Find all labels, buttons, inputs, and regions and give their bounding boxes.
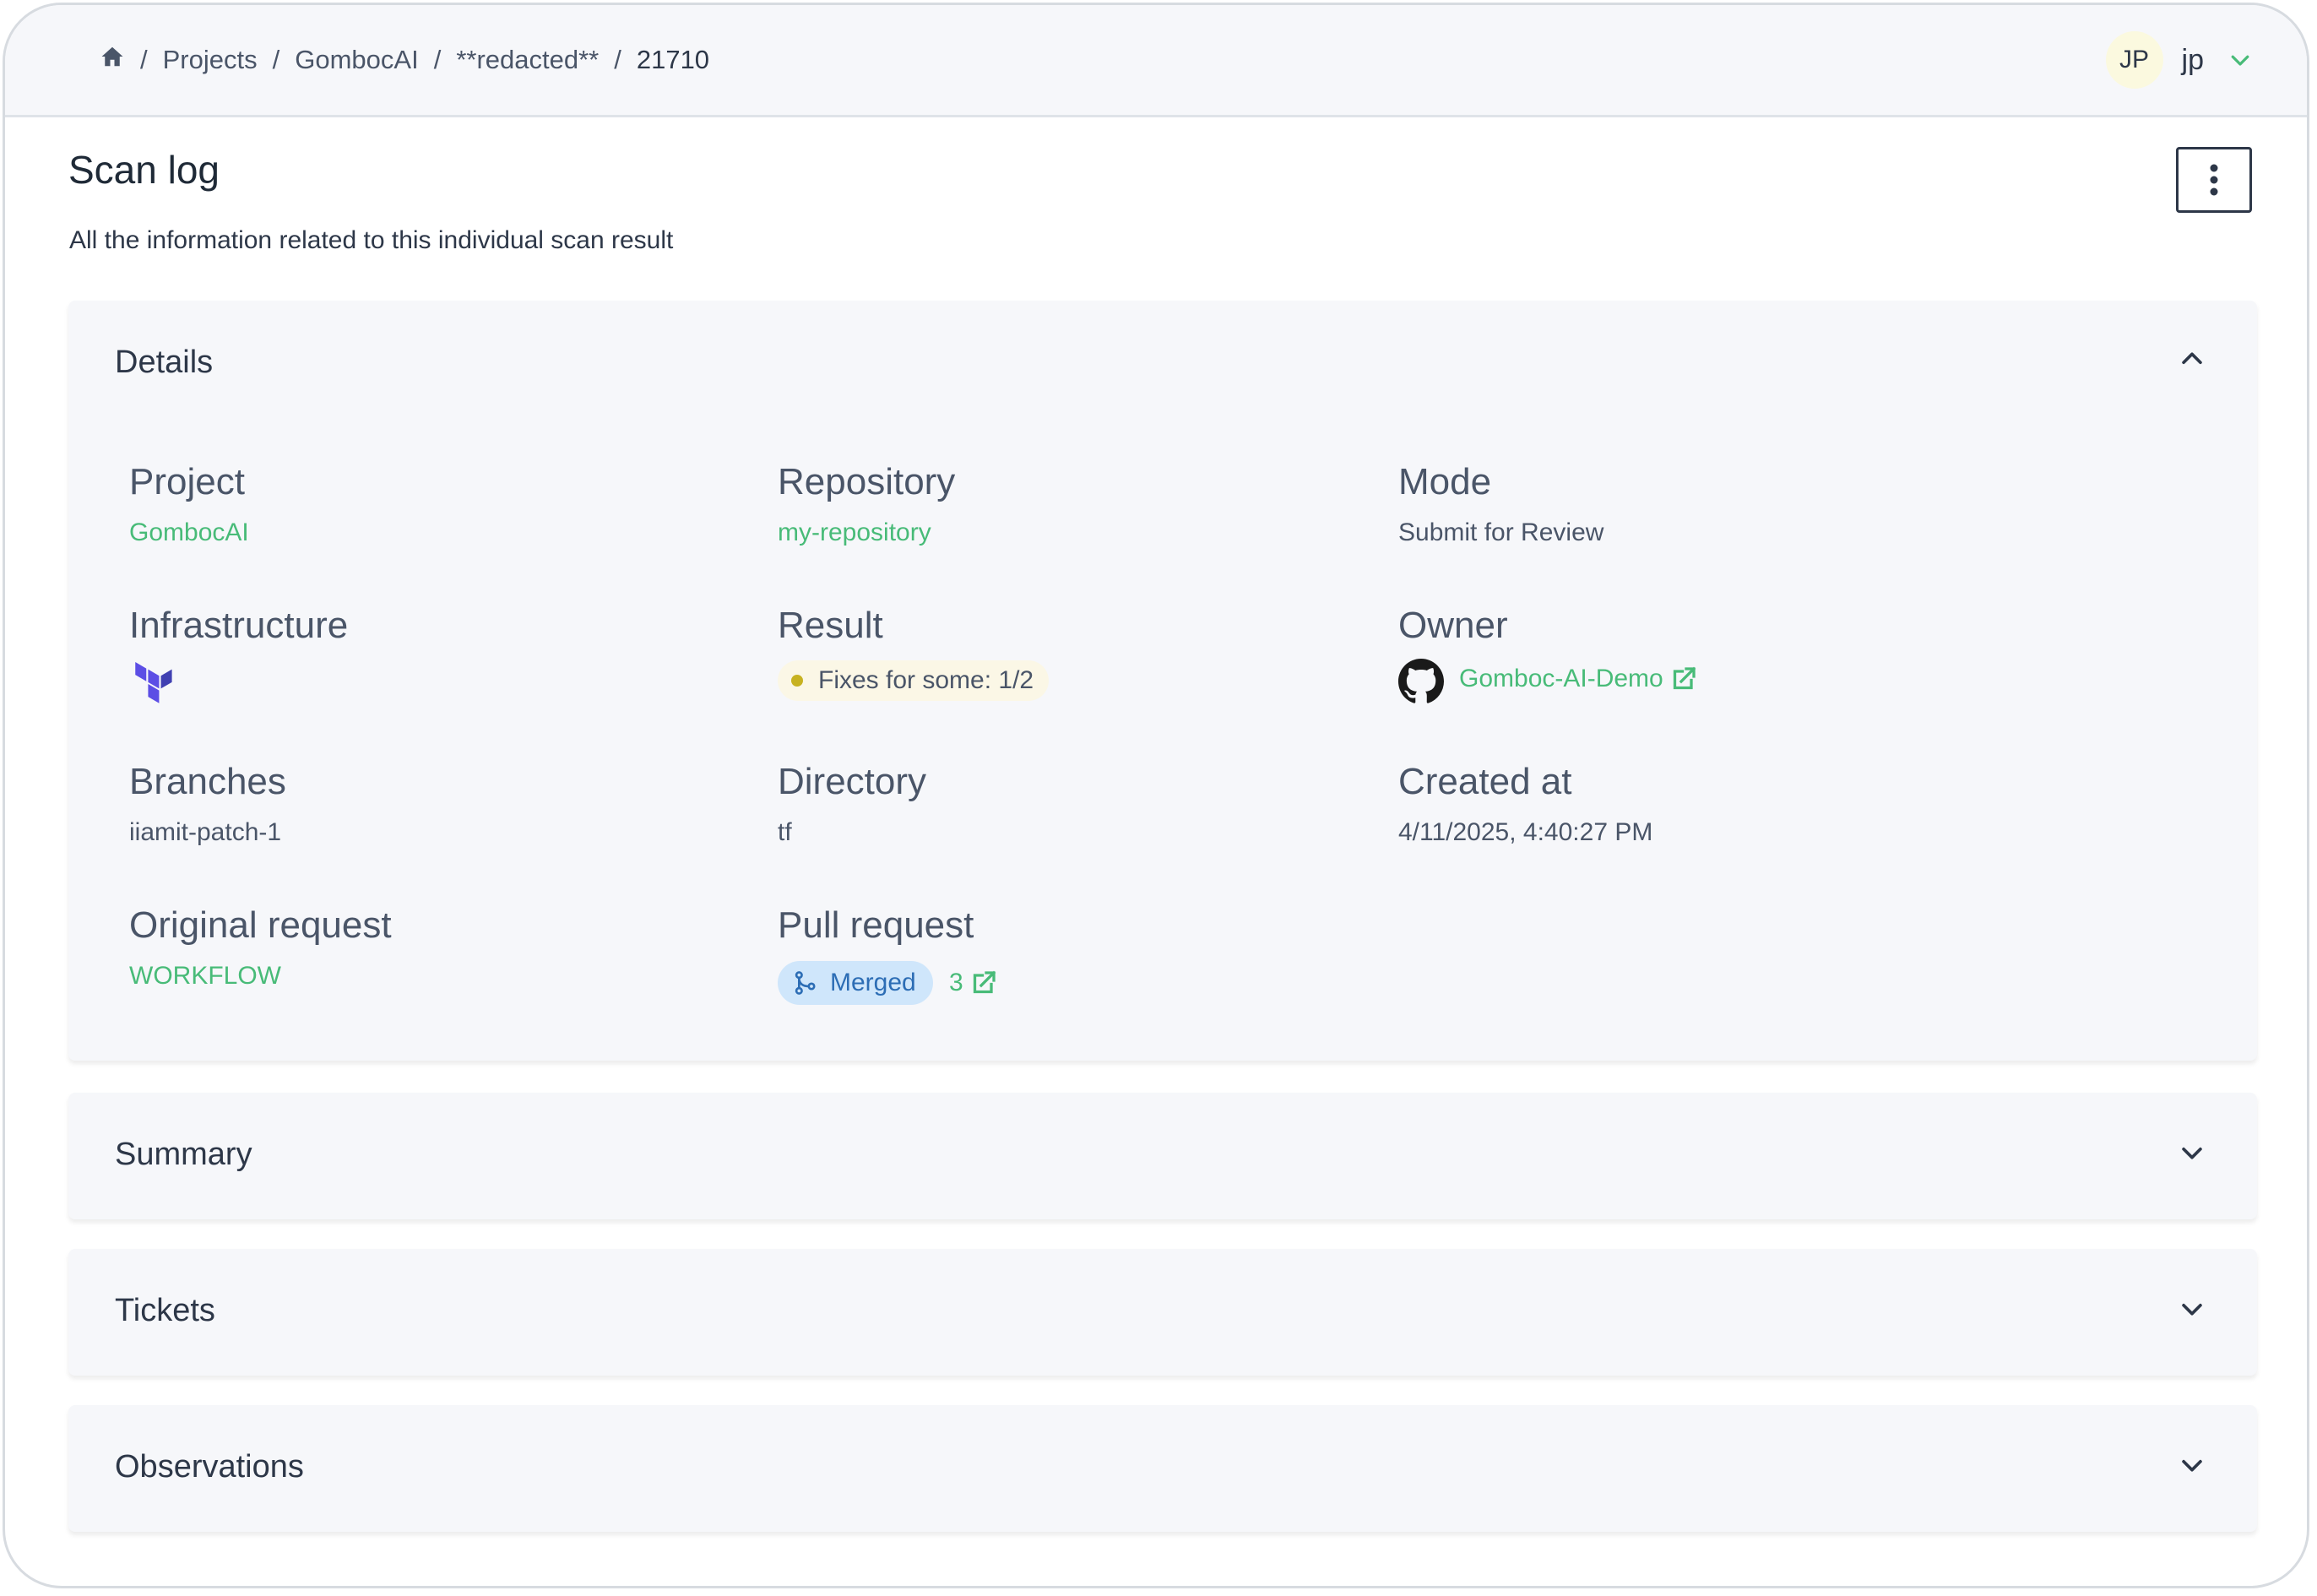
observations-panel[interactable]: Observations [68, 1405, 2257, 1532]
result-value: Fixes for some: 1/2 [818, 666, 1034, 694]
kebab-icon [2210, 164, 2218, 196]
page-title: Scan log [68, 148, 220, 192]
top-bar: / Projects / GombocAI / **redacted** / 2… [5, 5, 2307, 117]
user-menu[interactable]: JP jp [2105, 5, 2253, 115]
created-at-value: 4/11/2025, 4:40:27 PM [1398, 818, 1653, 846]
breadcrumb-repository[interactable]: **redacted** [456, 45, 599, 75]
external-link-icon[interactable] [1669, 664, 1699, 694]
branches-value: iiamit-patch-1 [129, 818, 282, 846]
home-icon[interactable] [100, 44, 125, 76]
project-link[interactable]: GombocAI [129, 518, 249, 547]
pull-request-label: Pull request [778, 904, 974, 946]
result-label: Result [778, 605, 883, 646]
directory-label: Directory [778, 761, 927, 802]
chevron-down-icon[interactable] [2178, 1295, 2206, 1323]
chevron-down-icon[interactable] [2178, 1451, 2206, 1479]
directory-value: tf [778, 818, 792, 846]
project-label: Project [129, 461, 245, 502]
details-panel: Details Project GombocAI Repository my-r… [68, 301, 2257, 1061]
breadcrumb-projects[interactable]: Projects [163, 45, 258, 75]
more-options-button[interactable] [2176, 147, 2252, 213]
username[interactable]: jp [2182, 44, 2204, 77]
github-icon [1398, 659, 1444, 703]
breadcrumb-separator: / [272, 45, 280, 74]
result-badge: Fixes for some: 1/2 [778, 660, 1050, 701]
pull-request-link[interactable]: 3 [949, 968, 999, 998]
tickets-header[interactable]: Tickets [115, 1293, 215, 1329]
merged-badge: Merged [778, 961, 933, 1005]
infrastructure-label: Infrastructure [129, 605, 349, 646]
mode-value: Submit for Review [1398, 518, 1604, 546]
branches-label: Branches [129, 761, 286, 802]
breadcrumb: / Projects / GombocAI / **redacted** / 2… [100, 5, 709, 115]
created-at-label: Created at [1398, 761, 1572, 802]
breadcrumb-separator: / [433, 45, 442, 74]
chevron-down-icon[interactable] [2178, 1138, 2206, 1167]
external-link-icon[interactable] [969, 968, 999, 998]
breadcrumb-separator: / [614, 45, 621, 74]
summary-panel[interactable]: Summary [68, 1093, 2257, 1219]
app-window: / Projects / GombocAI / **redacted** / 2… [3, 3, 2309, 1588]
breadcrumb-separator: / [140, 45, 148, 74]
terraform-icon [135, 662, 172, 703]
breadcrumb-project[interactable]: GombocAI [295, 45, 418, 75]
repository-label: Repository [778, 461, 956, 502]
details-header[interactable]: Details [115, 345, 213, 381]
pull-request-number[interactable]: 3 [949, 969, 963, 997]
repository-link[interactable]: my-repository [778, 518, 931, 547]
git-merge-icon [795, 971, 816, 995]
mode-label: Mode [1398, 461, 1492, 502]
tickets-panel[interactable]: Tickets [68, 1249, 2257, 1376]
original-request-label: Original request [129, 904, 392, 946]
page-subtitle: All the information related to this indi… [69, 226, 674, 254]
avatar[interactable]: JP [2105, 31, 2163, 89]
merged-status: Merged [830, 969, 916, 996]
owner-label: Owner [1398, 605, 1508, 646]
chevron-down-icon[interactable] [2227, 47, 2253, 73]
observations-header[interactable]: Observations [115, 1449, 304, 1485]
chevron-up-icon[interactable] [2178, 345, 2206, 373]
breadcrumb-current: 21710 [636, 45, 710, 74]
summary-header[interactable]: Summary [115, 1137, 252, 1173]
status-dot [791, 675, 803, 687]
original-request-link[interactable]: WORKFLOW [129, 962, 281, 991]
owner-link[interactable]: Gomboc-AI-Demo [1459, 664, 1699, 694]
owner-value[interactable]: Gomboc-AI-Demo [1459, 665, 1663, 693]
